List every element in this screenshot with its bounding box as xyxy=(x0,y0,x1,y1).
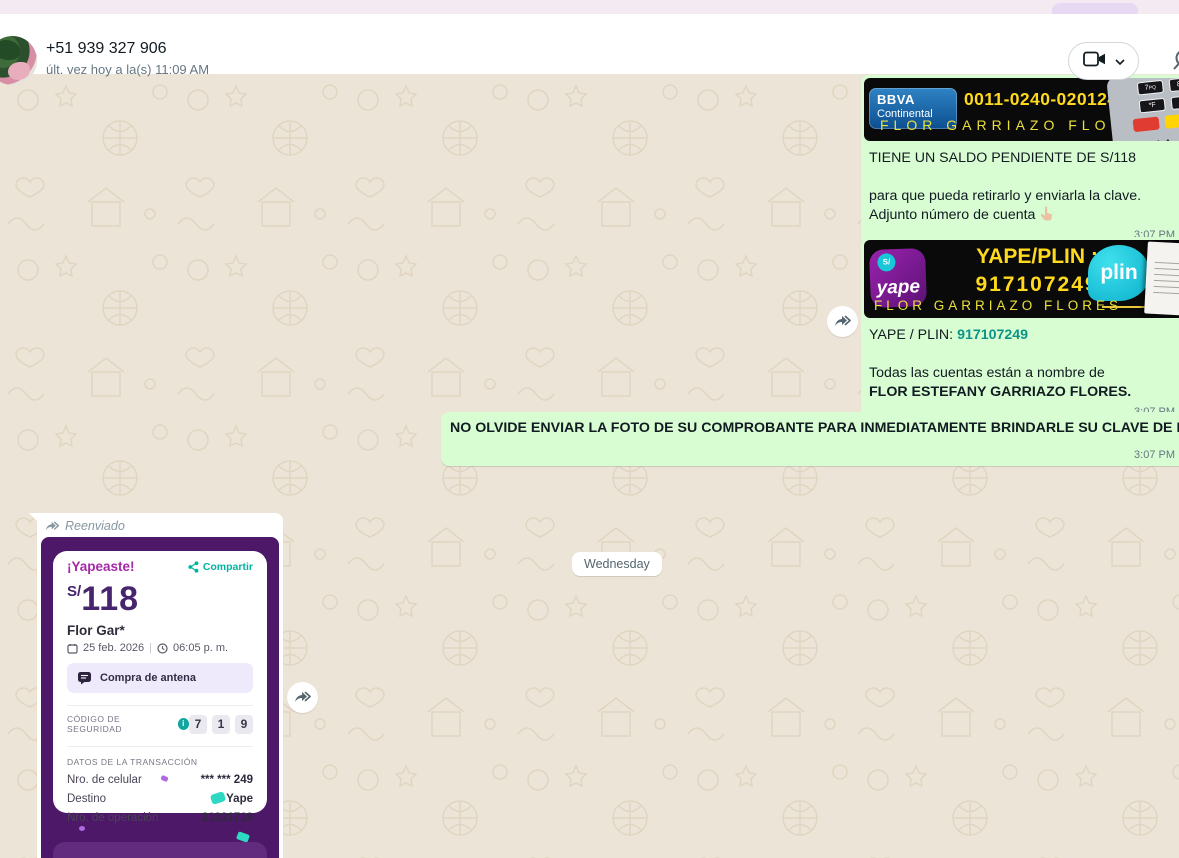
whatsapp-chat-window: +51 939 327 906 últ. vez hoy a la(s) 11:… xyxy=(0,0,1179,858)
message-yape-plin[interactable]: S/ yape YAPE/PLIN : 917107249 plin FLOR … xyxy=(861,237,1179,423)
transaction-row: Nro. de celular *** *** 249 xyxy=(67,774,253,786)
separator: | xyxy=(149,642,152,654)
pointing-up-emoji xyxy=(1039,207,1054,223)
digit: 1 xyxy=(212,715,230,734)
video-call-button[interactable] xyxy=(1068,42,1139,80)
bbva-logo-text: BBVA xyxy=(877,92,949,107)
avatar-foliage xyxy=(0,40,20,60)
bank-line1: TIENE UN SALDO PENDIENTE DE S/118 xyxy=(869,149,1179,168)
chat-header[interactable]: +51 939 327 906 últ. vez hoy a la(s) 11:… xyxy=(0,14,1179,74)
contact-last-seen: últ. vez hoy a la(s) 11:09 AM xyxy=(46,62,209,77)
forwarded-label-row: Reenviado xyxy=(37,513,283,537)
yape-receipt-image[interactable]: ¡Yapeaste! Compartir S/118 Flor Gar* xyxy=(41,537,279,858)
currency-symbol: S/ xyxy=(67,583,81,600)
receipt-note-pill: Compra de antena xyxy=(67,663,253,693)
reminder-text: NO OLVIDE ENVIAR LA FOTO DE SU COMPROBAN… xyxy=(441,412,1179,462)
yape-phone-link[interactable]: 917107249 xyxy=(957,327,1028,343)
share-icon xyxy=(188,561,199,573)
receipt-amount: S/118 xyxy=(67,580,253,619)
transaction-row: Nro. de operación 21231719 xyxy=(67,812,253,824)
security-code-label: CÓDIGO DE SEGURIDAD xyxy=(67,714,173,734)
receipt-card: ¡Yapeaste! Compartir S/118 Flor Gar* xyxy=(53,551,267,813)
bank-line2: para que pueda retirarlo y enviarla la c… xyxy=(869,187,1179,206)
yape-logo-text: yape xyxy=(870,276,927,300)
forward-icon xyxy=(834,315,852,328)
message-text: TIENE UN SALDO PENDIENTE DE S/118 para q… xyxy=(861,144,1179,246)
forward-icon xyxy=(45,521,60,532)
bank-line3: Adjunto número de cuenta xyxy=(869,206,1179,225)
message-time: 3:07 PM xyxy=(1134,449,1175,461)
date-divider: Wednesday xyxy=(572,552,662,576)
info-icon[interactable]: i xyxy=(178,718,189,730)
yape-line3: FLOR ESTEFANY GARRIAZO FLORES. xyxy=(869,383,1179,402)
confetti xyxy=(79,826,85,831)
yape-line2: Todas las cuentas están a nombre de xyxy=(869,364,1179,383)
receipt-recipient: Flor Gar* xyxy=(67,623,253,638)
receipt-date: 25 feb. 2026 xyxy=(83,642,144,654)
digit: 7 xyxy=(189,715,207,734)
message-text: YAPE / PLIN: 917107249 Todas las cuentas… xyxy=(861,321,1179,423)
digit: 9 xyxy=(235,715,253,734)
yape-line1-prefix: YAPE / PLIN: xyxy=(869,327,957,343)
transaction-label: DATOS DE LA TRANSACCIÓN xyxy=(67,757,253,767)
plin-logo: plin xyxy=(1088,245,1150,301)
security-code-digits: 7 1 9 xyxy=(189,715,253,734)
forward-message-button[interactable] xyxy=(287,682,318,713)
paper-title: Flo xyxy=(1155,246,1179,259)
forward-message-button[interactable] xyxy=(827,306,858,337)
chat-note-icon xyxy=(77,671,92,685)
yape-line1: YAPE / PLIN: 917107249 xyxy=(869,326,1179,345)
yape-plin-image[interactable]: S/ yape YAPE/PLIN : 917107249 plin FLOR … xyxy=(864,240,1179,318)
security-code-row: CÓDIGO DE SEGURIDAD i 7 1 9 xyxy=(67,714,253,734)
clock-icon xyxy=(157,643,168,654)
paper-note-graphic: Flo xyxy=(1144,241,1179,316)
share-label: Compartir xyxy=(203,561,253,573)
divider xyxy=(67,746,253,747)
forward-icon xyxy=(294,691,312,704)
chat-message-area: BBVA Continental 0011-0240-0201243721 FL… xyxy=(0,74,1179,858)
forwarded-label: Reenviado xyxy=(65,519,125,533)
bank-card-image[interactable]: BBVA Continental 0011-0240-0201243721 FL… xyxy=(864,78,1179,141)
chevron-down-icon xyxy=(1115,52,1125,70)
receipt-note: Compra de antena xyxy=(100,672,196,684)
window-top-strip xyxy=(0,0,1179,14)
message-forwarded-receipt[interactable]: Reenviado ¡Yapeaste! Compartir S/118 xyxy=(37,513,283,858)
avatar-detail xyxy=(8,62,30,80)
share-button[interactable]: Compartir xyxy=(188,561,253,573)
receipt-date-row: 25 feb. 2026 | 06:05 p. m. xyxy=(67,642,253,654)
search-icon[interactable] xyxy=(1166,48,1179,72)
plin-logo-text: plin xyxy=(1100,261,1137,285)
amount-value: 118 xyxy=(81,580,139,618)
divider xyxy=(67,705,253,706)
receipt-footer-band[interactable]: Más en Yape Nuevo xyxy=(53,842,267,858)
pos-terminal-graphic: 7PQ 8TU *F 0- • • • xyxy=(1106,78,1179,141)
message-bank-account[interactable]: BBVA Continental 0011-0240-0201243721 FL… xyxy=(861,75,1179,246)
calendar-icon xyxy=(67,643,78,654)
contact-name[interactable]: +51 939 327 906 xyxy=(46,40,167,58)
message-reminder[interactable]: NO OLVIDE ENVIAR LA FOTO DE SU COMPROBAN… xyxy=(441,412,1179,466)
receipt-time: 06:05 p. m. xyxy=(173,642,228,654)
video-call-icon xyxy=(1083,51,1107,72)
yape-currency-badge: S/ xyxy=(877,253,896,272)
yape-plin-holder: FLOR GARRIAZO FLORES xyxy=(874,298,1122,313)
bubble-tail xyxy=(29,513,39,523)
